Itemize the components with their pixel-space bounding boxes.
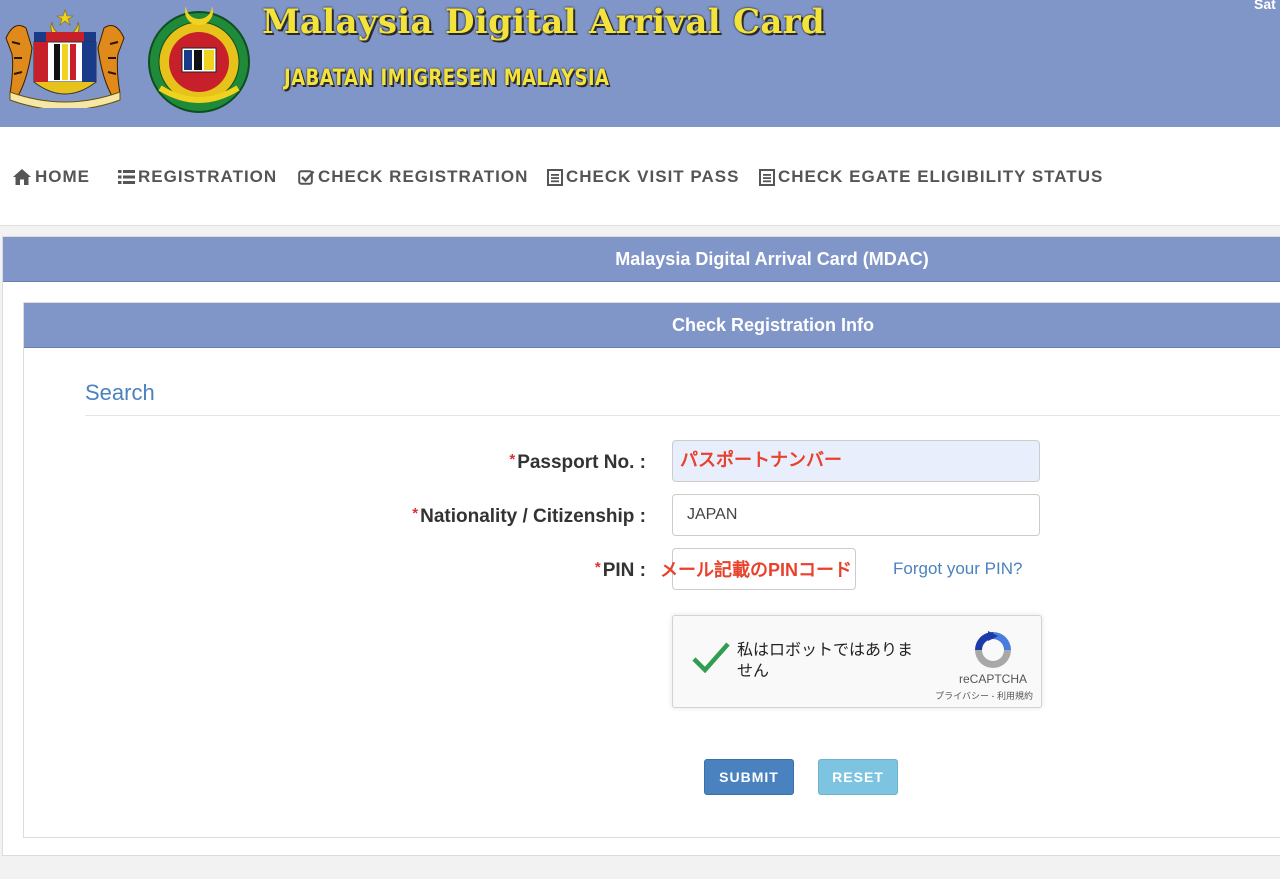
reset-button[interactable]: RESET xyxy=(818,759,898,795)
submit-button[interactable]: SUBMIT xyxy=(704,759,794,795)
required-mark: * xyxy=(594,559,601,576)
pin-label-text: PIN : xyxy=(602,560,646,581)
nav-home-label: HOME xyxy=(35,167,90,186)
list-icon xyxy=(118,170,135,184)
nationality-select[interactable]: JAPAN xyxy=(672,494,1040,536)
nav-check-registration[interactable]: CHECK REGISTRATION xyxy=(298,165,528,189)
section-divider xyxy=(85,415,1280,416)
main-navigation: HOME REGISTRATION CHECK REGISTRATION CHE… xyxy=(0,127,1280,226)
nationality-label: * Nationality / Citizenship : xyxy=(412,505,646,528)
passport-label-text: Passport No. : xyxy=(517,452,646,473)
recaptcha-widget: 私はロボットではありません reCAPTCHA プライバシー - 利用規約 xyxy=(672,615,1042,708)
nav-registration-label: REGISTRATION xyxy=(138,167,278,186)
nav-home[interactable]: HOME xyxy=(12,165,90,189)
document-icon xyxy=(547,168,563,186)
nav-check-visit-pass[interactable]: CHECK VISIT PASS xyxy=(547,165,739,189)
nav-check-egate-eligibility-label: CHECK EGATE ELIGIBILITY STATUS xyxy=(778,167,1104,186)
document-icon xyxy=(759,168,775,186)
check-square-icon xyxy=(298,169,315,185)
forgot-pin-link[interactable]: Forgot your PIN? xyxy=(893,559,1022,579)
immigration-department-emblem-logo xyxy=(148,6,250,113)
nationality-value: JAPAN xyxy=(687,506,738,523)
check-registration-panel: Check Registration Info Search * Passport… xyxy=(23,302,1280,838)
recaptcha-label: 私はロボットではありません xyxy=(737,642,914,680)
passport-annotation: パスポートナンバー xyxy=(680,450,842,470)
nav-check-registration-label: CHECK REGISTRATION xyxy=(318,167,529,186)
search-section-title: Search xyxy=(85,380,155,405)
required-mark: * xyxy=(509,451,516,468)
home-icon xyxy=(13,169,31,185)
passport-label: * Passport No. : xyxy=(509,451,646,474)
site-title: Malaysia Digital Arrival Card xyxy=(262,2,826,42)
malaysia-coat-of-arms-logo xyxy=(5,9,125,108)
recaptcha-brand: reCAPTCHA xyxy=(958,672,1027,686)
recaptcha-privacy-terms[interactable]: プライバシー - 利用規約 xyxy=(913,689,1033,702)
required-mark: * xyxy=(412,505,419,522)
checkmark-icon[interactable] xyxy=(691,640,731,676)
nav-registration[interactable]: REGISTRATION xyxy=(118,165,277,189)
mdac-panel: Malaysia Digital Arrival Card (MDAC) Che… xyxy=(2,236,1280,856)
site-subtitle: JABATAN IMIGRESEN MALAYSIA xyxy=(284,66,610,91)
nav-check-egate-eligibility[interactable]: CHECK EGATE ELIGIBILITY STATUS xyxy=(759,165,1103,189)
pin-label: * PIN : xyxy=(595,559,646,582)
nationality-label-text: Nationality / Citizenship : xyxy=(420,506,646,527)
subpanel-title: Check Registration Info xyxy=(24,303,1280,348)
pin-annotation: メール記載のPINコード xyxy=(660,560,853,580)
panel-title: Malaysia Digital Arrival Card (MDAC) xyxy=(3,237,1280,282)
site-banner: Malaysia Digital Arrival Card JABATAN IM… xyxy=(0,0,1280,127)
recaptcha-logo-icon xyxy=(975,631,1011,668)
nav-check-visit-pass-label: CHECK VISIT PASS xyxy=(566,167,740,186)
date-display: Sat xyxy=(1254,0,1276,12)
